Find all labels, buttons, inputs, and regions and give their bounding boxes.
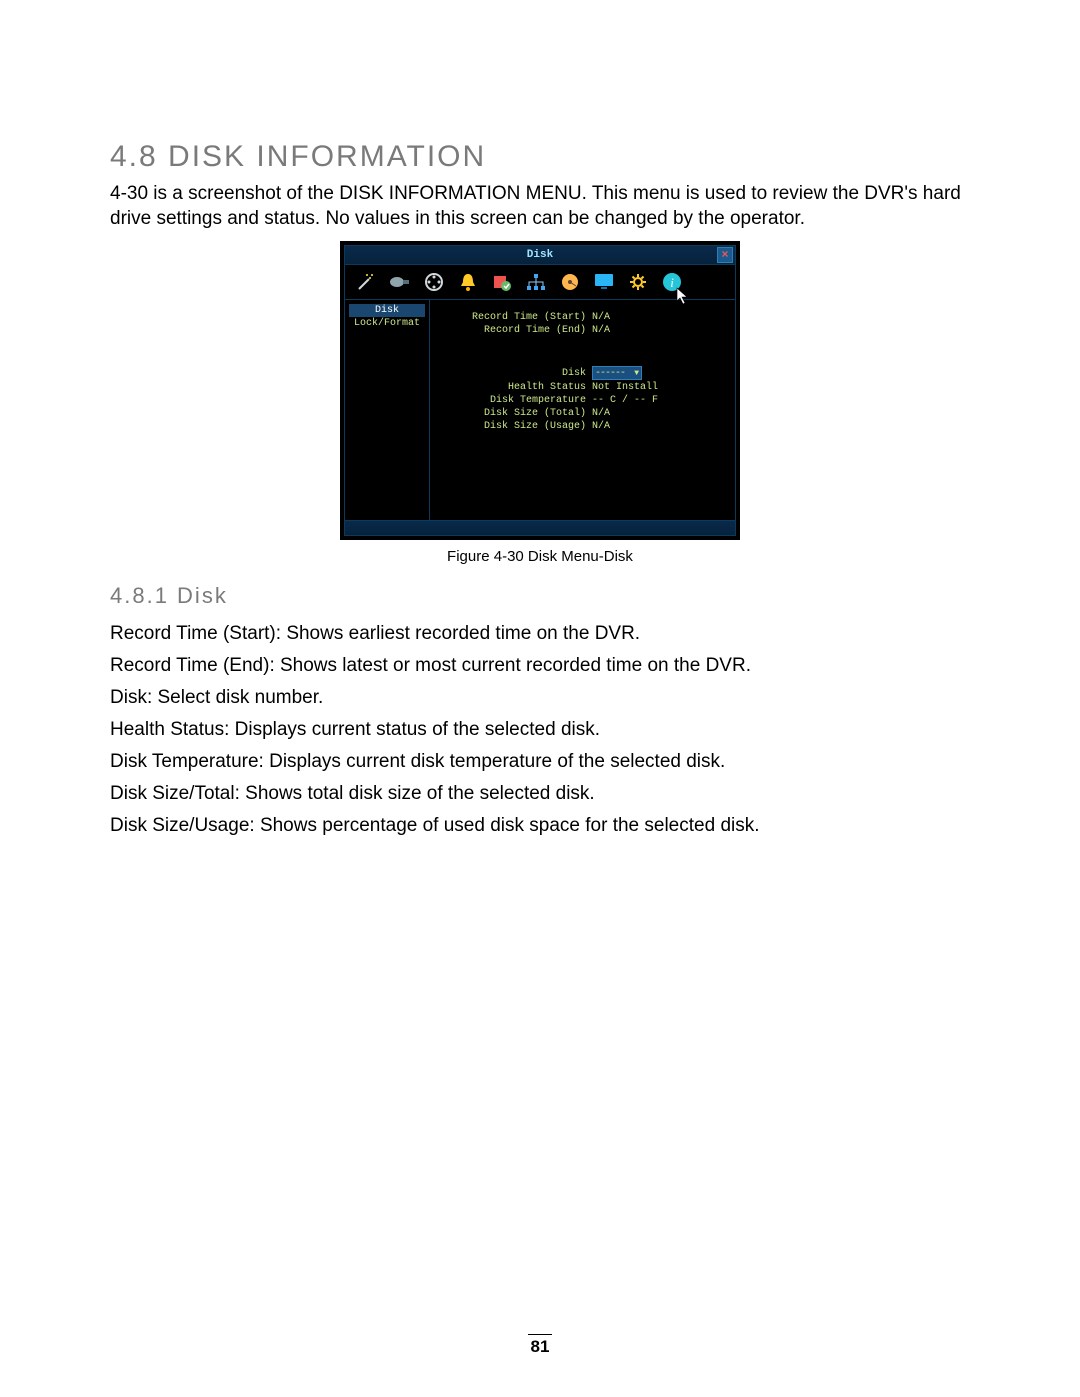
disk-dropdown-text: ------: [595, 368, 630, 379]
row-temp: Disk Temperature -- C / -- F: [436, 395, 725, 406]
row-disk-select: Disk ------ ▼: [436, 366, 725, 380]
disk-selected-icon[interactable]: [559, 271, 581, 293]
value-record-end: N/A: [592, 325, 610, 336]
row-size-total: Disk Size (Total) N/A: [436, 408, 725, 419]
menu-icon-row: i: [344, 265, 736, 300]
reel-icon[interactable]: [423, 271, 445, 293]
row-health: Health Status Not Install: [436, 382, 725, 393]
menu-sidebar: Disk Lock/Format: [345, 300, 430, 520]
chevron-down-icon: ▼: [630, 369, 639, 378]
page-number: 81: [0, 1334, 1080, 1357]
line-health: Health Status: Displays current status o…: [110, 719, 970, 741]
sidebar-item-disk[interactable]: Disk: [349, 304, 425, 317]
menu-bottombar: [344, 521, 736, 536]
menu-window: Disk ×: [344, 245, 736, 536]
label-record-end: Record Time (End): [436, 325, 592, 336]
value-size-total: N/A: [592, 408, 610, 419]
disk-dropdown[interactable]: ------ ▼: [592, 366, 642, 380]
menu-body: Disk Lock/Format Record Time (Start) N/A…: [344, 300, 736, 521]
line-size-usage: Disk Size/Usage: Shows percentage of use…: [110, 815, 970, 837]
close-button[interactable]: ×: [717, 247, 733, 263]
menu-screenshot: Disk ×: [340, 241, 740, 540]
label-record-start: Record Time (Start): [436, 312, 592, 323]
network-icon[interactable]: [525, 271, 547, 293]
line-record-end: Record Time (End): Shows latest or most …: [110, 655, 970, 677]
menu-content: Record Time (Start) N/A Record Time (End…: [430, 300, 735, 520]
figure-caption: Figure 4-30 Disk Menu-Disk: [110, 548, 970, 565]
label-temp: Disk Temperature: [436, 395, 592, 406]
label-health: Health Status: [436, 382, 592, 393]
info-icon[interactable]: i: [661, 271, 683, 293]
camera-icon[interactable]: [389, 271, 411, 293]
menu-titlebar: Disk ×: [344, 245, 736, 265]
label-disk-select: Disk: [436, 368, 592, 379]
label-size-total: Disk Size (Total): [436, 408, 592, 419]
label-size-usage: Disk Size (Usage): [436, 421, 592, 432]
value-disk-select[interactable]: ------ ▼: [592, 366, 642, 380]
bell-icon[interactable]: [457, 271, 479, 293]
value-record-start: N/A: [592, 312, 610, 323]
value-health: Not Install: [592, 382, 658, 393]
document-page: 4.8 DISK INFORMATION 4-30 is a screensho…: [0, 0, 1080, 1397]
value-temp: -- C / -- F: [592, 395, 658, 406]
menu-title: Disk: [345, 249, 735, 261]
schedule-icon[interactable]: [491, 271, 513, 293]
row-size-usage: Disk Size (Usage) N/A: [436, 421, 725, 432]
sidebar-item-lockformat[interactable]: Lock/Format: [349, 317, 425, 330]
page-number-value: 81: [531, 1337, 550, 1356]
line-record-start: Record Time (Start): Shows earliest reco…: [110, 623, 970, 645]
monitor-icon[interactable]: [593, 271, 615, 293]
row-record-start: Record Time (Start) N/A: [436, 312, 725, 323]
value-size-usage: N/A: [592, 421, 610, 432]
sub-heading: 4.8.1 Disk: [110, 583, 970, 609]
line-disk: Disk: Select disk number.: [110, 687, 970, 709]
svg-text:i: i: [670, 275, 674, 290]
gear-icon[interactable]: [627, 271, 649, 293]
figure-wrap: Disk ×: [110, 241, 970, 540]
section-heading: 4.8 DISK INFORMATION: [110, 140, 970, 174]
intro-paragraph: 4-30 is a screenshot of the DISK INFORMA…: [110, 182, 970, 231]
wand-icon[interactable]: [355, 271, 377, 293]
page-number-rule: [528, 1334, 552, 1335]
row-record-end: Record Time (End) N/A: [436, 325, 725, 336]
line-temp: Disk Temperature: Displays current disk …: [110, 751, 970, 773]
line-size-total: Disk Size/Total: Shows total disk size o…: [110, 783, 970, 805]
